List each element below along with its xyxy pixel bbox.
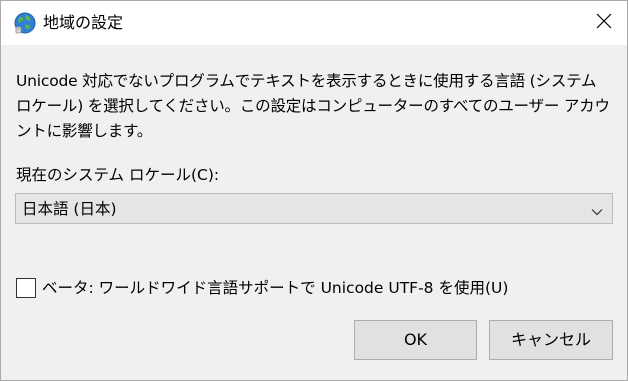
- globe-icon: [13, 11, 37, 35]
- chevron-down-icon: [590, 203, 604, 216]
- close-icon: [596, 13, 612, 33]
- cancel-button[interactable]: キャンセル: [489, 320, 613, 360]
- utf8-checkbox[interactable]: [16, 278, 36, 298]
- selected-locale-value: 日本語 (日本): [22, 200, 117, 218]
- window-title: 地域の設定: [43, 13, 124, 32]
- close-button[interactable]: [581, 1, 627, 45]
- ok-button[interactable]: OK: [354, 320, 477, 360]
- region-settings-dialog: 地域の設定 Unicode 対応でないプログラムでテキストを表示するときに使用す…: [0, 0, 628, 381]
- system-locale-label: 現在のシステム ロケール(C):: [16, 166, 220, 184]
- description-text: Unicode 対応でないプログラムでテキストを表示するときに使用する言語 (シ…: [16, 72, 610, 140]
- utf8-checkbox-label[interactable]: ベータ: ワールドワイド言語サポートで Unicode UTF-8 を使用(U): [42, 277, 508, 299]
- title-bar: 地域の設定: [1, 1, 627, 45]
- system-locale-dropdown[interactable]: 日本語 (日本): [15, 193, 613, 224]
